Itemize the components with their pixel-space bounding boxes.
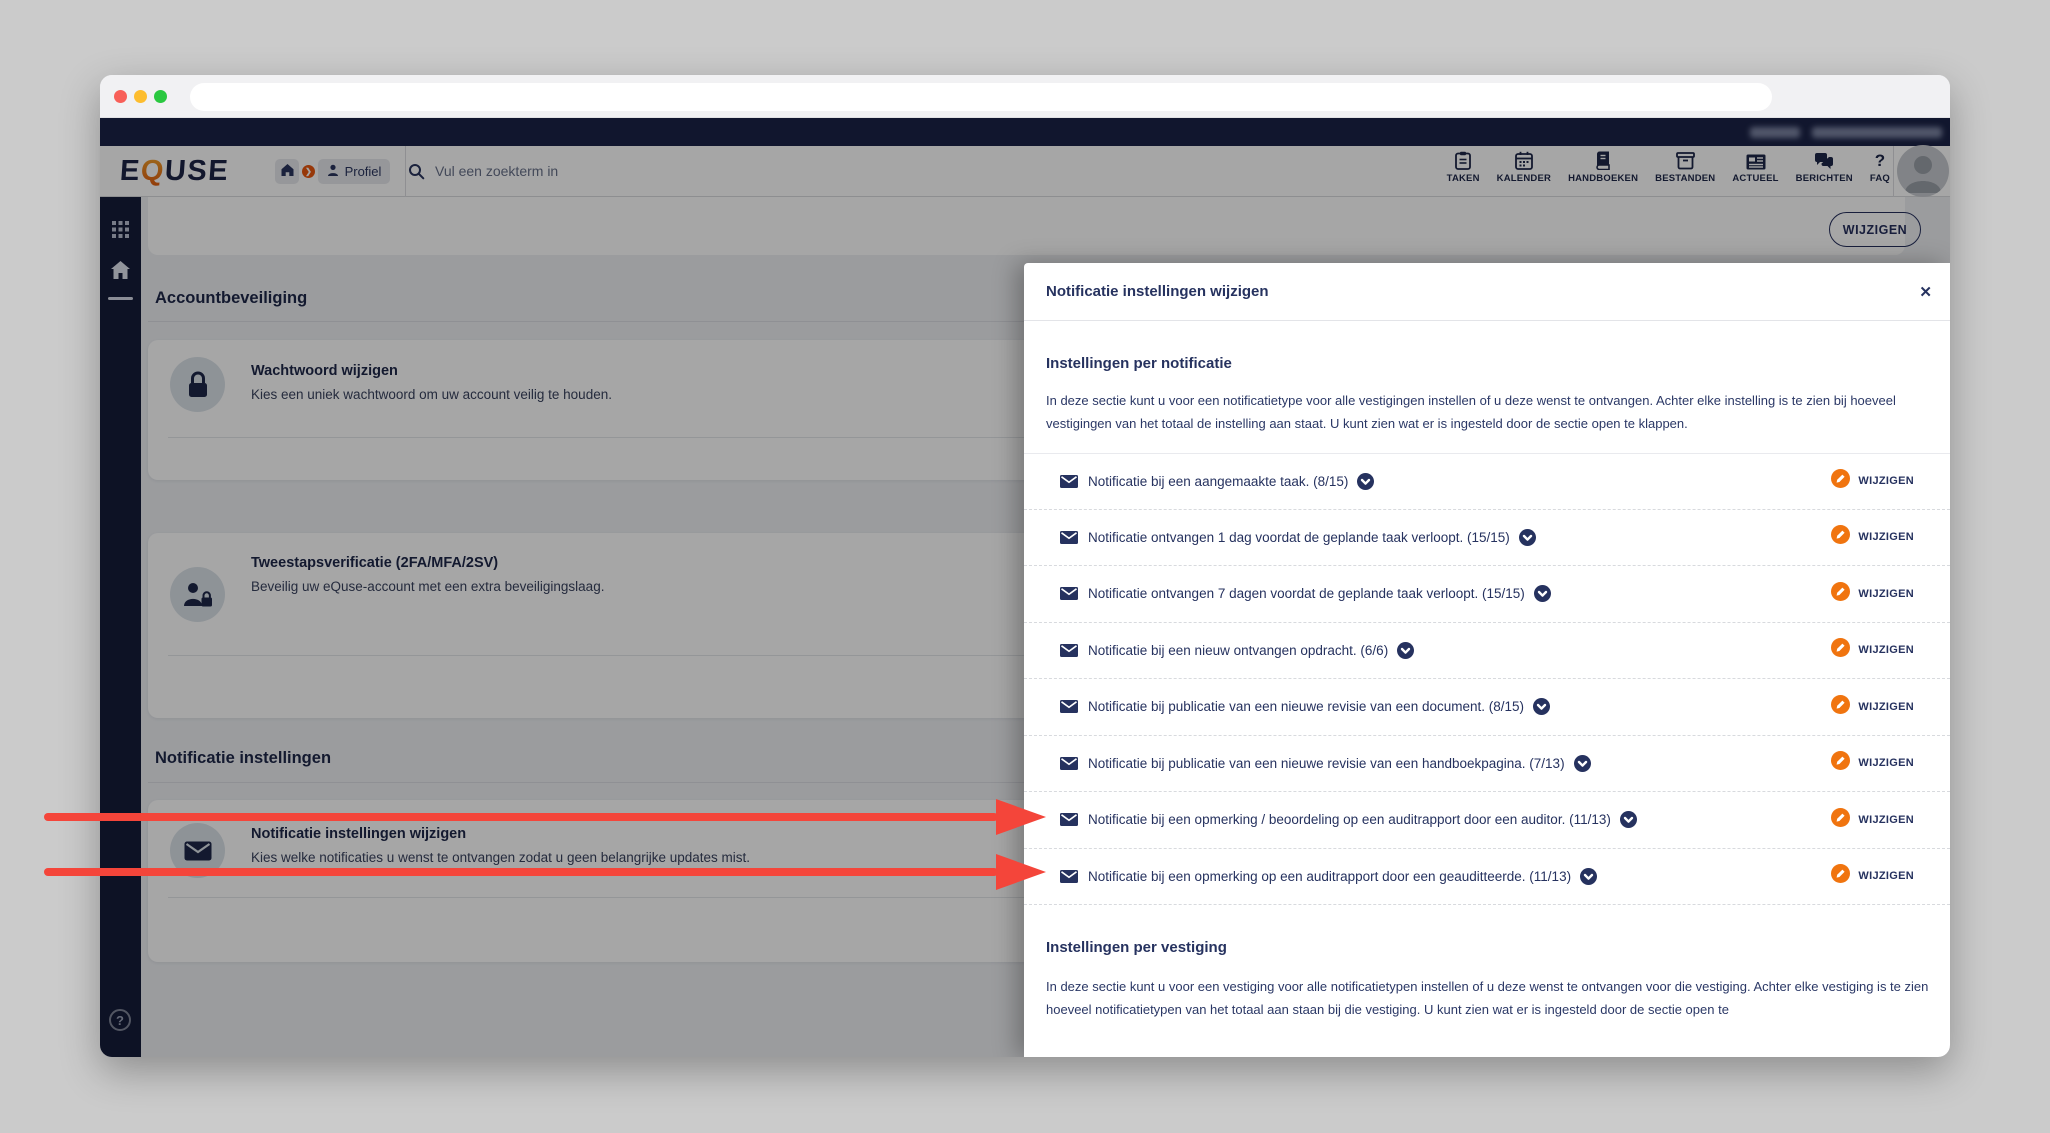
notification-rows: Notificatie bij een aangemaakte taak. (8… <box>1024 453 1950 905</box>
annotation-arrow-2 <box>44 854 1046 890</box>
envelope-icon <box>1060 700 1078 714</box>
envelope-icon <box>1060 869 1078 883</box>
envelope-icon <box>1060 587 1078 601</box>
row-wijzigen-button[interactable]: WIJZIGEN <box>1831 469 1914 493</box>
modal-divider <box>1024 320 1950 321</box>
screenshot-stage: EQUSE ❯ Profiel Vul een zoekterm in TAKE… <box>0 0 2050 1133</box>
edit-pencil-icon <box>1831 864 1851 888</box>
browser-window: EQUSE ❯ Profiel Vul een zoekterm in TAKE… <box>100 75 1950 1057</box>
row-wijzigen-label: WIJZIGEN <box>1858 757 1914 770</box>
envelope-icon <box>1060 474 1078 488</box>
row-wijzigen-button[interactable]: WIJZIGEN <box>1831 751 1914 775</box>
close-window-button[interactable] <box>114 90 127 103</box>
row-wijzigen-button[interactable]: WIJZIGEN <box>1831 581 1914 606</box>
notification-row[interactable]: Notificatie bij een aangemaakte taak. (8… <box>1024 453 1950 510</box>
notification-row[interactable]: Notificatie bij publicatie van een nieuw… <box>1024 679 1950 736</box>
close-icon[interactable]: ✕ <box>1919 283 1932 301</box>
edit-pencil-icon <box>1831 581 1851 606</box>
notification-row-label: Notificatie ontvangen 7 dagen voordat de… <box>1088 586 1525 602</box>
per-notificatie-description: In deze sectie kunt u voor een notificat… <box>1046 393 1896 431</box>
notification-row-label: Notificatie bij een nieuw ontvangen opdr… <box>1088 642 1389 658</box>
notification-row[interactable]: Notificatie bij een nieuw ontvangen opdr… <box>1024 623 1950 679</box>
minimize-window-button[interactable] <box>134 90 147 103</box>
notification-row-label: Notificatie bij een opmerking / beoordel… <box>1088 812 1611 828</box>
notification-row[interactable]: Notificatie bij publicatie van een nieuw… <box>1024 736 1950 792</box>
row-wijzigen-label: WIJZIGEN <box>1858 644 1914 657</box>
row-wijzigen-label: WIJZIGEN <box>1858 700 1914 713</box>
envelope-icon <box>1060 530 1078 544</box>
maximize-window-button[interactable] <box>154 90 167 103</box>
chevron-down-circle-icon[interactable] <box>1533 585 1551 603</box>
row-wijzigen-button[interactable]: WIJZIGEN <box>1831 807 1914 832</box>
row-wijzigen-label: WIJZIGEN <box>1858 475 1914 488</box>
modal-title: Notificatie instellingen wijzigen <box>1046 283 1269 300</box>
row-wijzigen-button[interactable]: WIJZIGEN <box>1831 694 1914 719</box>
row-wijzigen-label: WIJZIGEN <box>1858 870 1914 883</box>
chevron-down-circle-icon[interactable] <box>1518 528 1536 546</box>
notification-row-label: Notificatie bij een aangemaakte taak. (8… <box>1088 473 1349 489</box>
url-bar[interactable] <box>190 83 1772 111</box>
notification-row-label: Notificatie bij een opmerking op een aud… <box>1088 868 1572 884</box>
edit-pencil-icon <box>1831 469 1851 493</box>
per-notificatie-heading: Instellingen per notificatie <box>1046 355 1232 372</box>
row-wijzigen-label: WIJZIGEN <box>1858 587 1914 600</box>
row-wijzigen-button[interactable]: WIJZIGEN <box>1831 864 1914 888</box>
envelope-icon <box>1060 643 1078 657</box>
edit-pencil-icon <box>1831 751 1851 775</box>
row-wijzigen-label: WIJZIGEN <box>1858 531 1914 544</box>
edit-pencil-icon <box>1831 525 1851 549</box>
notification-row[interactable]: Notificatie ontvangen 7 dagen voordat de… <box>1024 566 1950 623</box>
row-wijzigen-button[interactable]: WIJZIGEN <box>1831 525 1914 549</box>
browser-chrome <box>100 75 1950 118</box>
per-vestiging-description: In deze sectie kunt u voor een vestiging… <box>1046 979 1929 1017</box>
envelope-icon <box>1060 813 1078 827</box>
chevron-down-circle-icon[interactable] <box>1573 754 1591 772</box>
row-wijzigen-button[interactable]: WIJZIGEN <box>1831 638 1914 662</box>
envelope-icon <box>1060 756 1078 770</box>
notification-row-label: Notificatie bij publicatie van een nieuw… <box>1088 699 1525 715</box>
annotation-arrow-1 <box>44 799 1046 835</box>
chevron-down-circle-icon[interactable] <box>1397 641 1415 659</box>
chevron-down-circle-icon[interactable] <box>1533 698 1551 716</box>
notification-row[interactable]: Notificatie bij een opmerking op een aud… <box>1024 849 1950 905</box>
notification-row-label: Notificatie ontvangen 1 dag voordat de g… <box>1088 529 1510 545</box>
edit-pencil-icon <box>1831 638 1851 662</box>
row-wijzigen-label: WIJZIGEN <box>1858 813 1914 826</box>
notification-settings-modal: Notificatie instellingen wijzigen ✕ Inst… <box>1024 263 1950 1057</box>
per-vestiging-heading: Instellingen per vestiging <box>1046 939 1227 956</box>
chevron-down-circle-icon[interactable] <box>1357 472 1375 490</box>
notification-row[interactable]: Notificatie bij een opmerking / beoordel… <box>1024 792 1950 849</box>
notification-row-label: Notificatie bij publicatie van een nieuw… <box>1088 755 1565 771</box>
notification-row[interactable]: Notificatie ontvangen 1 dag voordat de g… <box>1024 510 1950 566</box>
edit-pencil-icon <box>1831 694 1851 719</box>
chevron-down-circle-icon[interactable] <box>1580 867 1598 885</box>
chevron-down-circle-icon[interactable] <box>1619 811 1637 829</box>
edit-pencil-icon <box>1831 807 1851 832</box>
